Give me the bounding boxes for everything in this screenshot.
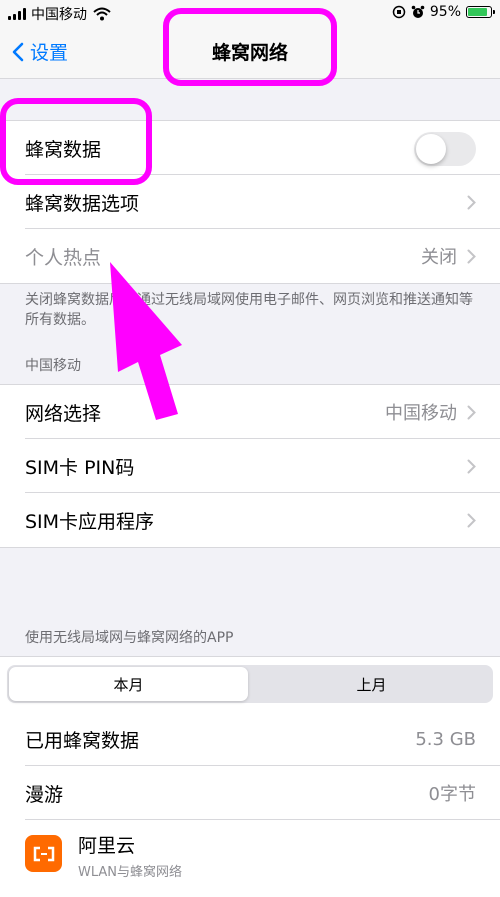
app-name: 阿里云 — [78, 835, 136, 857]
apps-section-header: 使用无线局域网与蜂窝网络的APP — [25, 630, 234, 646]
row-accessory — [457, 175, 476, 229]
carrier-name: 中国移动 — [31, 7, 87, 23]
tab-this-month[interactable]: 本月 — [9, 667, 248, 701]
toggle-knob — [416, 134, 446, 164]
sim-apps-label: SIM卡应用程序 — [25, 510, 155, 533]
carrier-section-header: 中国移动 — [25, 358, 81, 374]
roaming-row: 漫游 0字节 — [0, 766, 500, 820]
usage-rows: 已用蜂窝数据 5.3 GB 漫游 0字节 — [0, 712, 500, 820]
sim-apps-row[interactable]: SIM卡应用程序 — [0, 493, 500, 547]
highlight-cellular-data-box — [0, 98, 152, 185]
tab-last-month[interactable]: 上月 — [252, 667, 491, 701]
aliyun-app-icon — [25, 835, 62, 872]
roaming-value: 0字节 — [428, 784, 476, 805]
hotspot-value: 关闭 — [421, 247, 457, 268]
row-accessory: 中国移动 — [385, 385, 476, 439]
app-info[interactable]: 阿里云 WLAN与蜂窝网络 — [78, 831, 182, 880]
divider — [25, 819, 500, 820]
row-accessory: 关闭 — [421, 229, 476, 283]
cellular-options-label: 蜂窝数据选项 — [25, 192, 140, 215]
row-accessory — [457, 439, 476, 493]
chevron-right-icon — [467, 249, 476, 263]
used-data-value: 5.3 GB — [415, 728, 476, 750]
used-data-row: 已用蜂窝数据 5.3 GB — [0, 712, 500, 766]
period-segmented-control: 本月 上月 — [7, 665, 493, 703]
aliyun-logo-icon — [33, 846, 54, 861]
cellular-footnote: 关闭蜂窝数据后，通过无线局域网使用电子邮件、网页浏览和推送通知等所有数据。 — [25, 292, 473, 328]
wifi-icon — [93, 7, 111, 21]
row-accessory — [457, 493, 476, 547]
chevron-right-icon — [467, 405, 476, 419]
roaming-label: 漫游 — [25, 783, 64, 806]
cellular-data-toggle[interactable] — [414, 132, 476, 166]
battery-icon — [466, 6, 495, 18]
battery-percent: 95% — [429, 4, 461, 20]
sim-pin-row[interactable]: SIM卡 PIN码 — [0, 439, 500, 493]
battery-fill — [468, 8, 487, 16]
alarm-icon — [411, 5, 425, 18]
used-data-label: 已用蜂窝数据 — [25, 729, 140, 752]
highlight-title-box — [163, 8, 337, 86]
chevron-right-icon — [467, 195, 476, 209]
network-selection-value: 中国移动 — [385, 403, 457, 424]
chevron-right-icon — [467, 459, 476, 473]
status-right: 95% — [392, 4, 495, 20]
carrier-group: 网络选择 中国移动 SIM卡 PIN码 SIM卡应用程序 — [0, 384, 500, 548]
signal-icon — [8, 8, 26, 20]
orientation-lock-icon — [392, 5, 406, 19]
chevron-right-icon — [467, 513, 476, 527]
hotspot-row[interactable]: 个人热点 关闭 — [0, 229, 500, 283]
sim-pin-label: SIM卡 PIN码 — [25, 456, 135, 479]
status-left: 中国移动 — [8, 4, 111, 24]
network-selection-label: 网络选择 — [25, 402, 102, 425]
app-subtitle: WLAN与蜂窝网络 — [78, 865, 183, 880]
hotspot-label: 个人热点 — [25, 246, 102, 269]
network-selection-row[interactable]: 网络选择 中国移动 — [0, 385, 500, 439]
